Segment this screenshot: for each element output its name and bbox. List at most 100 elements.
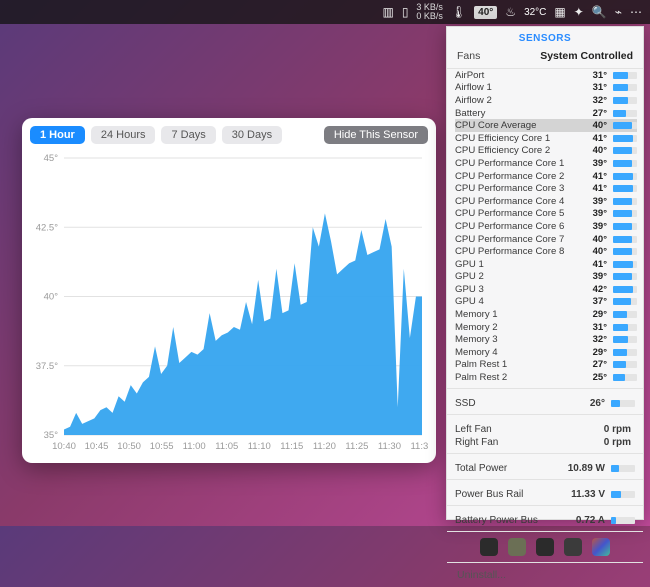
sensor-name: GPU 1 xyxy=(455,259,573,270)
svg-text:11:15: 11:15 xyxy=(280,441,303,452)
svg-text:11:25: 11:25 xyxy=(345,441,368,452)
svg-text:11:05: 11:05 xyxy=(215,441,238,452)
sensor-row[interactable]: Memory 129° xyxy=(455,308,637,321)
time-range-1-hour[interactable]: 1 Hour xyxy=(30,126,85,144)
sensor-row[interactable]: Palm Rest 225° xyxy=(455,371,637,384)
sensor-value: 32° xyxy=(573,95,611,106)
sensor-row[interactable]: AirPort31° xyxy=(455,69,637,82)
sensor-row[interactable]: Memory 332° xyxy=(455,333,637,346)
time-range-30-days[interactable]: 30 Days xyxy=(222,126,282,144)
svg-text:45°: 45° xyxy=(44,153,59,164)
sensor-value: 27° xyxy=(573,359,611,370)
module-dock xyxy=(447,531,643,562)
sensor-name: Battery xyxy=(455,108,573,119)
sensor-row[interactable]: CPU Performance Core 139° xyxy=(455,157,637,170)
sensor-row[interactable]: CPU Performance Core 341° xyxy=(455,182,637,195)
sensor-row[interactable]: Memory 231° xyxy=(455,321,637,334)
time-range-segmented: 1 Hour 24 Hours 7 Days 30 Days Hide This Se… xyxy=(22,118,436,150)
sensor-row[interactable]: CPU Performance Core 740° xyxy=(455,233,637,246)
svg-text:35°: 35° xyxy=(44,430,59,441)
sensor-bar xyxy=(613,248,637,255)
sensor-row[interactable]: CPU Performance Core 241° xyxy=(455,170,637,183)
fan-name: Right Fan xyxy=(455,437,581,448)
sensor-bar xyxy=(613,84,637,91)
more-icon[interactable]: ⋯ xyxy=(630,5,642,19)
power-row[interactable]: Battery Power Bus0.72 A xyxy=(447,514,643,527)
sensor-row[interactable]: Memory 429° xyxy=(455,346,637,359)
sensor-name: CPU Performance Core 6 xyxy=(455,221,573,232)
sensor-row[interactable]: Palm Rest 127° xyxy=(455,359,637,372)
sensor-row[interactable]: Airflow 232° xyxy=(455,94,637,107)
menubar-widget-icon[interactable]: ▯ xyxy=(402,5,409,19)
ssd-label: SSD xyxy=(455,398,555,409)
sensor-name: CPU Performance Core 5 xyxy=(455,208,573,219)
ssd-row[interactable]: SSD 26° xyxy=(447,397,643,410)
module-icon[interactable] xyxy=(592,538,610,556)
sensor-row[interactable]: CPU Efficiency Core 240° xyxy=(455,145,637,158)
sensor-name: Airflow 1 xyxy=(455,82,573,93)
sensor-row[interactable]: Airflow 131° xyxy=(455,82,637,95)
sensor-row[interactable]: CPU Performance Core 439° xyxy=(455,195,637,208)
sensor-bar xyxy=(613,286,637,293)
sensor-name: GPU 3 xyxy=(455,284,573,295)
net-speed-indicator[interactable]: 3 KB/s 0 KB/s xyxy=(416,3,443,21)
power-bar xyxy=(611,465,635,472)
sensor-name: CPU Core Average xyxy=(455,120,573,131)
grid-icon[interactable]: ▦ xyxy=(554,5,565,19)
search-icon[interactable]: 🔍 xyxy=(592,5,607,19)
sensor-bar xyxy=(613,311,637,318)
fan-row[interactable]: Left Fan0 rpm xyxy=(447,423,643,436)
sensor-value: 41° xyxy=(573,259,611,270)
panel-title: SENSORS xyxy=(447,27,643,48)
module-icon[interactable] xyxy=(480,538,498,556)
sensor-row[interactable]: CPU Performance Core 639° xyxy=(455,220,637,233)
power-name: Total Power xyxy=(455,463,555,474)
sensor-name: Palm Rest 1 xyxy=(455,359,573,370)
svg-text:10:50: 10:50 xyxy=(117,441,141,452)
uninstall-link[interactable]: Uninstall... xyxy=(447,562,643,587)
sensor-bar xyxy=(613,210,637,217)
sensor-value: 40° xyxy=(573,120,611,131)
sensor-row[interactable]: CPU Core Average40° xyxy=(455,119,637,132)
sensor-value: 41° xyxy=(573,133,611,144)
sensor-name: CPU Performance Core 4 xyxy=(455,196,573,207)
module-icon[interactable] xyxy=(564,538,582,556)
sensor-row[interactable]: GPU 141° xyxy=(455,258,637,271)
power-row[interactable]: Power Bus Rail11.33 V xyxy=(447,488,643,501)
sensor-name: Airflow 2 xyxy=(455,95,573,106)
power-row[interactable]: Total Power10.89 W xyxy=(447,462,643,475)
sensor-bar xyxy=(613,223,637,230)
fan-row[interactable]: Right Fan0 rpm xyxy=(447,436,643,449)
hide-sensor-button[interactable]: Hide This Sensor xyxy=(324,126,428,144)
fans-mode-row[interactable]: Fans System Controlled xyxy=(447,48,643,69)
sensor-value: 31° xyxy=(573,322,611,333)
flame-icon: ♨ xyxy=(505,5,516,19)
sensor-row[interactable]: CPU Performance Core 840° xyxy=(455,245,637,258)
menubar-widget-icon[interactable]: ▥ xyxy=(382,5,393,19)
sensor-row[interactable]: Battery27° xyxy=(455,107,637,120)
sensor-bar xyxy=(613,147,637,154)
sensor-bar xyxy=(613,273,637,280)
module-icon[interactable] xyxy=(536,538,554,556)
fan-value: 0 rpm xyxy=(581,424,635,435)
sensor-bar xyxy=(613,135,637,142)
sensor-row[interactable]: CPU Performance Core 539° xyxy=(455,208,637,221)
sparkle-icon[interactable]: ✦ xyxy=(574,5,584,19)
sensor-row[interactable]: GPU 437° xyxy=(455,296,637,309)
sensor-bar xyxy=(613,198,637,205)
cpu-temp[interactable]: 32°C xyxy=(524,7,546,18)
module-icon[interactable] xyxy=(508,538,526,556)
time-range-24-hours[interactable]: 24 Hours xyxy=(91,126,156,144)
sensor-value: 29° xyxy=(573,347,611,358)
sensor-name: Palm Rest 2 xyxy=(455,372,573,383)
sensor-row[interactable]: GPU 342° xyxy=(455,283,637,296)
sensor-bar xyxy=(613,185,637,192)
power-value: 0.72 A xyxy=(555,515,609,526)
svg-text:37.5°: 37.5° xyxy=(36,361,58,372)
control-center-icon[interactable]: ⌁ xyxy=(615,5,622,19)
net-down: 0 KB/s xyxy=(416,12,443,21)
time-range-7-days[interactable]: 7 Days xyxy=(161,126,215,144)
sensor-row[interactable]: CPU Efficiency Core 141° xyxy=(455,132,637,145)
sensor-row[interactable]: GPU 239° xyxy=(455,271,637,284)
temp-badge[interactable]: 40° xyxy=(474,6,497,19)
